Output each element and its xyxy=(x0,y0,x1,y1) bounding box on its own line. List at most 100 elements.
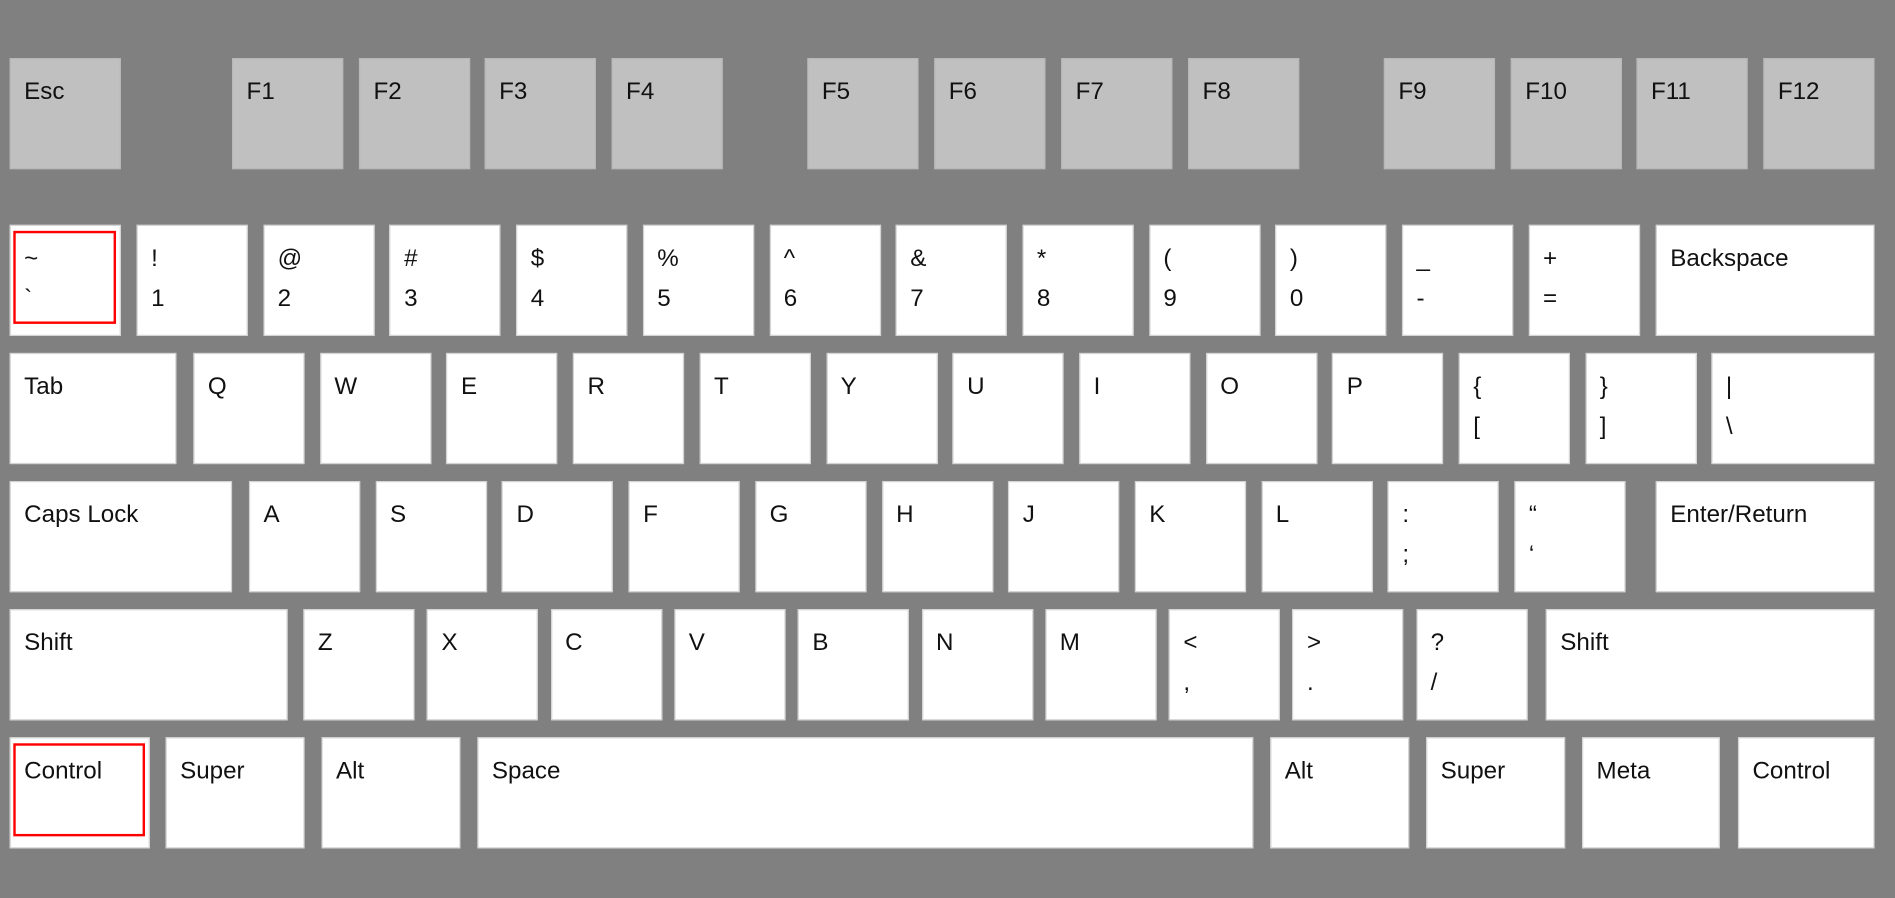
key-key1-11[interactable]: _ - xyxy=(1401,224,1514,336)
key-label-top: < xyxy=(1183,629,1198,657)
key-key2-3[interactable]: E xyxy=(446,352,558,465)
key-f5[interactable]: F5 xyxy=(807,58,919,170)
key-key1-4[interactable]: $4 xyxy=(516,224,628,336)
key-caps-lock[interactable]: Caps Lock xyxy=(9,481,233,593)
key-label-top: Shift xyxy=(1560,629,1609,657)
key-f10[interactable]: F10 xyxy=(1510,58,1622,170)
key-label-top: P xyxy=(1346,373,1363,401)
key-key1-3[interactable]: #3 xyxy=(389,224,501,336)
key-key1-1[interactable]: ! 1 xyxy=(136,224,248,336)
key-control[interactable]: Control xyxy=(1737,737,1875,849)
key-key4-9[interactable]: >. xyxy=(1292,609,1404,721)
key-f3[interactable]: F3 xyxy=(484,58,596,170)
key-key2-13[interactable]: | \ xyxy=(1711,352,1875,465)
key-key2-1[interactable]: Q xyxy=(193,352,305,465)
key-label-top: + xyxy=(1543,245,1558,272)
key-key4-7[interactable]: M xyxy=(1045,609,1157,721)
key-key2-10[interactable]: P xyxy=(1332,352,1444,465)
key-key1-6[interactable]: ^ 6 xyxy=(769,224,881,336)
key-key3-2[interactable]: S xyxy=(375,481,487,593)
key-label-top: T xyxy=(714,373,729,401)
key-esc[interactable]: Esc xyxy=(9,58,121,170)
key-key2-12[interactable]: }] xyxy=(1585,352,1697,465)
key-f8[interactable]: F8 xyxy=(1188,58,1300,170)
key-key1-2[interactable]: @2 xyxy=(263,224,375,336)
key-key4-8[interactable]: <, xyxy=(1168,609,1281,721)
key-key1-5[interactable]: % 5 xyxy=(642,224,754,336)
key-f9[interactable]: F9 xyxy=(1383,58,1496,170)
key-f11[interactable]: F11 xyxy=(1636,58,1748,170)
key-f2[interactable]: F2 xyxy=(358,58,471,170)
key-label-bottom: 9 xyxy=(1163,285,1177,312)
key-f12[interactable]: F12 xyxy=(1763,58,1875,170)
key-key2-9[interactable]: O xyxy=(1205,352,1317,465)
key-f7[interactable]: F7 xyxy=(1061,58,1173,170)
key-key4-4[interactable]: V xyxy=(674,609,786,721)
key-key4-5[interactable]: B xyxy=(797,609,910,721)
key-key3-11[interactable]: “‘ xyxy=(1514,481,1626,593)
key-key1-12[interactable]: + = xyxy=(1528,224,1640,336)
key-label-top: Control xyxy=(24,757,103,785)
key-key1-7[interactable]: & 7 xyxy=(895,224,1007,336)
key-label-top: H xyxy=(896,501,914,529)
key-label-top: ! xyxy=(151,245,158,272)
key-tab[interactable]: Tab xyxy=(9,352,177,465)
key-key2-4[interactable]: R xyxy=(572,352,685,465)
key-f1[interactable]: F1 xyxy=(232,58,344,170)
key-label-top: F9 xyxy=(1398,78,1427,106)
key-label-bottom: 8 xyxy=(1036,285,1051,312)
key-super[interactable]: Super xyxy=(165,737,305,849)
key-meta[interactable]: Meta xyxy=(1582,737,1720,849)
key-label-top: ) xyxy=(1289,245,1298,272)
key-label-top: V xyxy=(688,629,705,657)
key-key3-7[interactable]: J xyxy=(1008,481,1120,593)
key-shift[interactable]: Shift xyxy=(1545,609,1875,721)
key-label-top: { xyxy=(1473,373,1482,401)
key-space[interactable]: Space xyxy=(477,737,1254,849)
key-key4-3[interactable]: C xyxy=(550,609,662,721)
key-super[interactable]: Super xyxy=(1426,737,1566,849)
key-label-bottom: = xyxy=(1543,285,1558,312)
key-key3-4[interactable]: F xyxy=(628,481,740,593)
key-label-top: Enter/Return xyxy=(1670,501,1808,529)
key-label-top: @ xyxy=(277,245,303,272)
key-alt[interactable]: Alt xyxy=(1270,737,1410,849)
key-label-bottom: 2 xyxy=(277,285,292,312)
key-key1-0[interactable]: ~ ` xyxy=(9,224,121,336)
key-backspace[interactable]: Backspace xyxy=(1655,224,1875,336)
key-key2-8[interactable]: I xyxy=(1079,352,1191,465)
key-key4-2[interactable]: X xyxy=(426,609,539,721)
key-f6[interactable]: F6 xyxy=(934,58,1046,170)
key-label-bottom: 1 xyxy=(151,285,165,312)
key-key4-10[interactable]: ? / xyxy=(1416,609,1528,721)
key-key3-5[interactable]: G xyxy=(755,481,867,593)
key-f4[interactable]: F4 xyxy=(611,58,723,170)
key-key3-3[interactable]: D xyxy=(502,481,614,593)
key-key3-10[interactable]: :; xyxy=(1387,481,1500,593)
key-enter-return[interactable]: Enter/Return xyxy=(1655,481,1875,593)
key-alt[interactable]: Alt xyxy=(321,737,461,849)
key-key3-9[interactable]: L xyxy=(1261,481,1373,593)
key-key4-1[interactable]: Z xyxy=(303,609,415,721)
key-label-top: K xyxy=(1149,501,1166,529)
key-control[interactable]: Control xyxy=(9,737,150,849)
key-key3-1[interactable]: A xyxy=(248,481,361,593)
key-label-bottom: ; xyxy=(1402,541,1410,569)
key-key2-7[interactable]: U xyxy=(952,352,1064,465)
key-label-top: F7 xyxy=(1075,78,1104,106)
key-label-top: ( xyxy=(1163,245,1172,272)
key-key1-8[interactable]: * 8 xyxy=(1022,224,1134,336)
key-label-top: ~ xyxy=(24,245,39,272)
key-key2-5[interactable]: T xyxy=(699,352,811,465)
key-shift[interactable]: Shift xyxy=(9,609,288,721)
key-label-top: F11 xyxy=(1650,78,1691,106)
key-key1-10[interactable]: ) 0 xyxy=(1275,224,1387,336)
key-key2-6[interactable]: Y xyxy=(826,352,938,465)
key-key3-6[interactable]: H xyxy=(881,481,993,593)
key-key1-9[interactable]: (9 xyxy=(1148,224,1261,336)
key-label-top: X xyxy=(441,629,458,657)
key-key3-8[interactable]: K xyxy=(1134,481,1246,593)
key-key2-11[interactable]: {[ xyxy=(1458,352,1570,465)
key-key2-2[interactable]: W xyxy=(319,352,432,465)
key-key4-6[interactable]: N xyxy=(921,609,1033,721)
